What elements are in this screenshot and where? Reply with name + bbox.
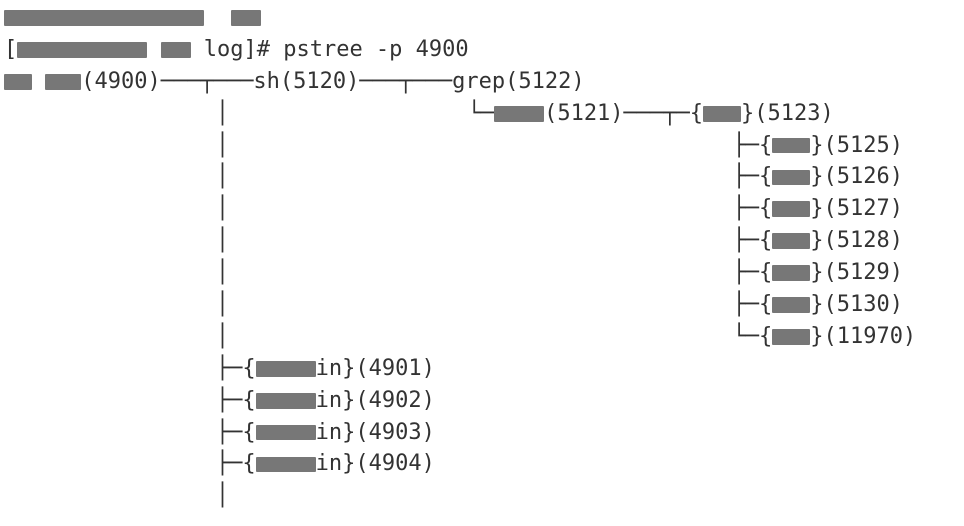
terminal-output: [ log]# pstree -p 4900 (4900)───┬───sh(5… [4,2,960,512]
